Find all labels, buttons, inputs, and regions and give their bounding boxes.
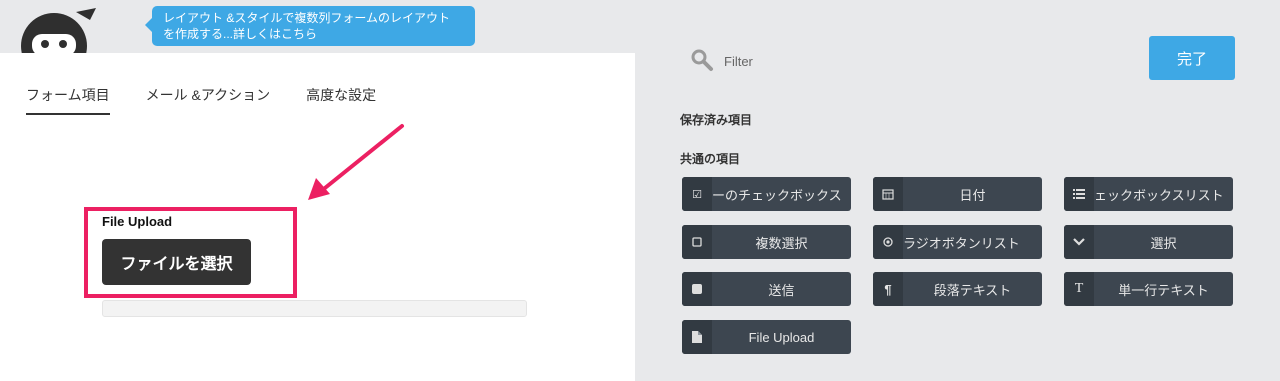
field-file-upload[interactable]: File Upload xyxy=(682,320,851,354)
chevron-down-icon xyxy=(1064,225,1094,259)
field-label: 複数選択 xyxy=(755,235,808,251)
field-label: ーのチェックボックス xyxy=(712,187,842,203)
tooltip-line-1: レイアウト &スタイルで複数列フォームのレイアウト xyxy=(163,11,450,25)
radio-icon xyxy=(873,225,903,259)
text-icon: T xyxy=(1064,272,1094,306)
saved-fields-heading: 保存済み項目 xyxy=(680,113,753,127)
common-fields-heading: 共通の項目 xyxy=(680,152,741,166)
field-multi-select[interactable]: 複数選択 xyxy=(682,225,851,259)
file-icon xyxy=(682,320,712,354)
tab-emails-actions[interactable]: メール &アクション xyxy=(146,85,271,115)
field-label: ラジオボタンリスト xyxy=(903,235,1020,251)
field-single-line-text[interactable]: T 単一行テキスト xyxy=(1064,272,1233,306)
search-icon xyxy=(691,49,713,71)
field-paragraph-text[interactable]: ¶ 段落テキスト xyxy=(873,272,1042,306)
list-icon xyxy=(1064,177,1094,211)
field-checkbox-list[interactable]: ェックボックスリスト xyxy=(1064,177,1233,211)
field-label: File Upload xyxy=(748,329,815,345)
field-date[interactable]: 日付 xyxy=(873,177,1042,211)
field-label: 日付 xyxy=(959,187,986,203)
checkbox-icon: ☑ xyxy=(682,177,712,211)
calendar-icon xyxy=(873,177,903,211)
tab-form-fields[interactable]: フォーム項目 xyxy=(26,85,110,115)
choose-file-button[interactable]: ファイルを選択 xyxy=(102,239,251,285)
help-tooltip[interactable]: レイアウト &スタイルで複数列フォームのレイアウト を作成する...詳しくはこち… xyxy=(145,6,475,46)
pilcrow-icon: ¶ xyxy=(873,272,903,306)
field-label: ェックボックスリスト xyxy=(1094,187,1224,203)
square-icon xyxy=(682,225,712,259)
filled-square-icon xyxy=(682,272,712,306)
builder-tabs: フォーム項目 メール &アクション 高度な設定 xyxy=(26,85,412,115)
field-label: 選択 xyxy=(1150,235,1177,251)
file-upload-label: File Upload xyxy=(102,214,173,229)
tooltip-line-2: を作成する...詳しくはこちら xyxy=(163,27,318,41)
field-radio-list[interactable]: ラジオボタンリスト xyxy=(873,225,1042,259)
field-label: 単一行テキスト xyxy=(1118,282,1209,298)
field-label: 段落テキスト xyxy=(933,282,1012,298)
done-button[interactable]: 完了 xyxy=(1149,36,1235,80)
tab-advanced-settings[interactable]: 高度な設定 xyxy=(306,85,376,115)
field-select[interactable]: 選択 xyxy=(1064,225,1233,259)
field-label: 送信 xyxy=(768,282,795,298)
file-upload-progress-bar xyxy=(102,300,527,317)
annotation-arrow-icon xyxy=(308,124,404,200)
field-single-checkbox[interactable]: ☑ ーのチェックボックス xyxy=(682,177,851,211)
filter-input[interactable] xyxy=(722,50,1026,72)
field-submit[interactable]: 送信 xyxy=(682,272,851,306)
